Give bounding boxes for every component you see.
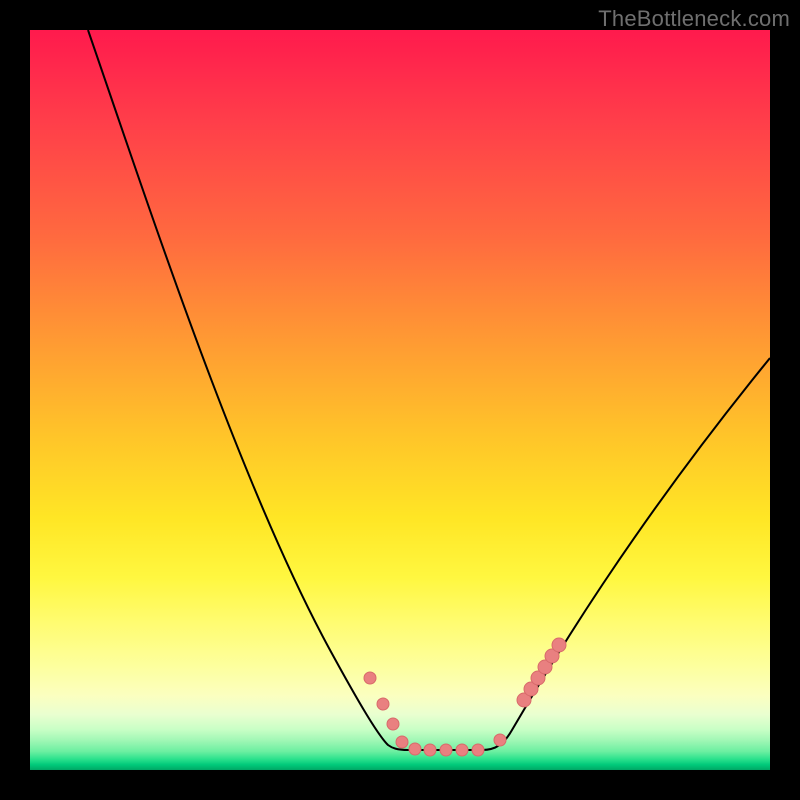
bottleneck-curve-path	[88, 30, 770, 750]
curve-marker	[387, 718, 399, 730]
curve-marker	[377, 698, 389, 710]
curve-marker	[424, 744, 436, 756]
curve-marker	[456, 744, 468, 756]
curve-marker	[364, 672, 376, 684]
chart-frame: TheBottleneck.com	[0, 0, 800, 800]
curve-markers	[364, 638, 566, 756]
curve-marker	[494, 734, 506, 746]
bottleneck-curve-svg	[30, 30, 770, 770]
plot-area	[30, 30, 770, 770]
watermark-text: TheBottleneck.com	[598, 6, 790, 32]
curve-marker	[552, 638, 566, 652]
curve-marker	[472, 744, 484, 756]
curve-marker	[409, 743, 421, 755]
curve-marker	[396, 736, 408, 748]
curve-marker	[440, 744, 452, 756]
